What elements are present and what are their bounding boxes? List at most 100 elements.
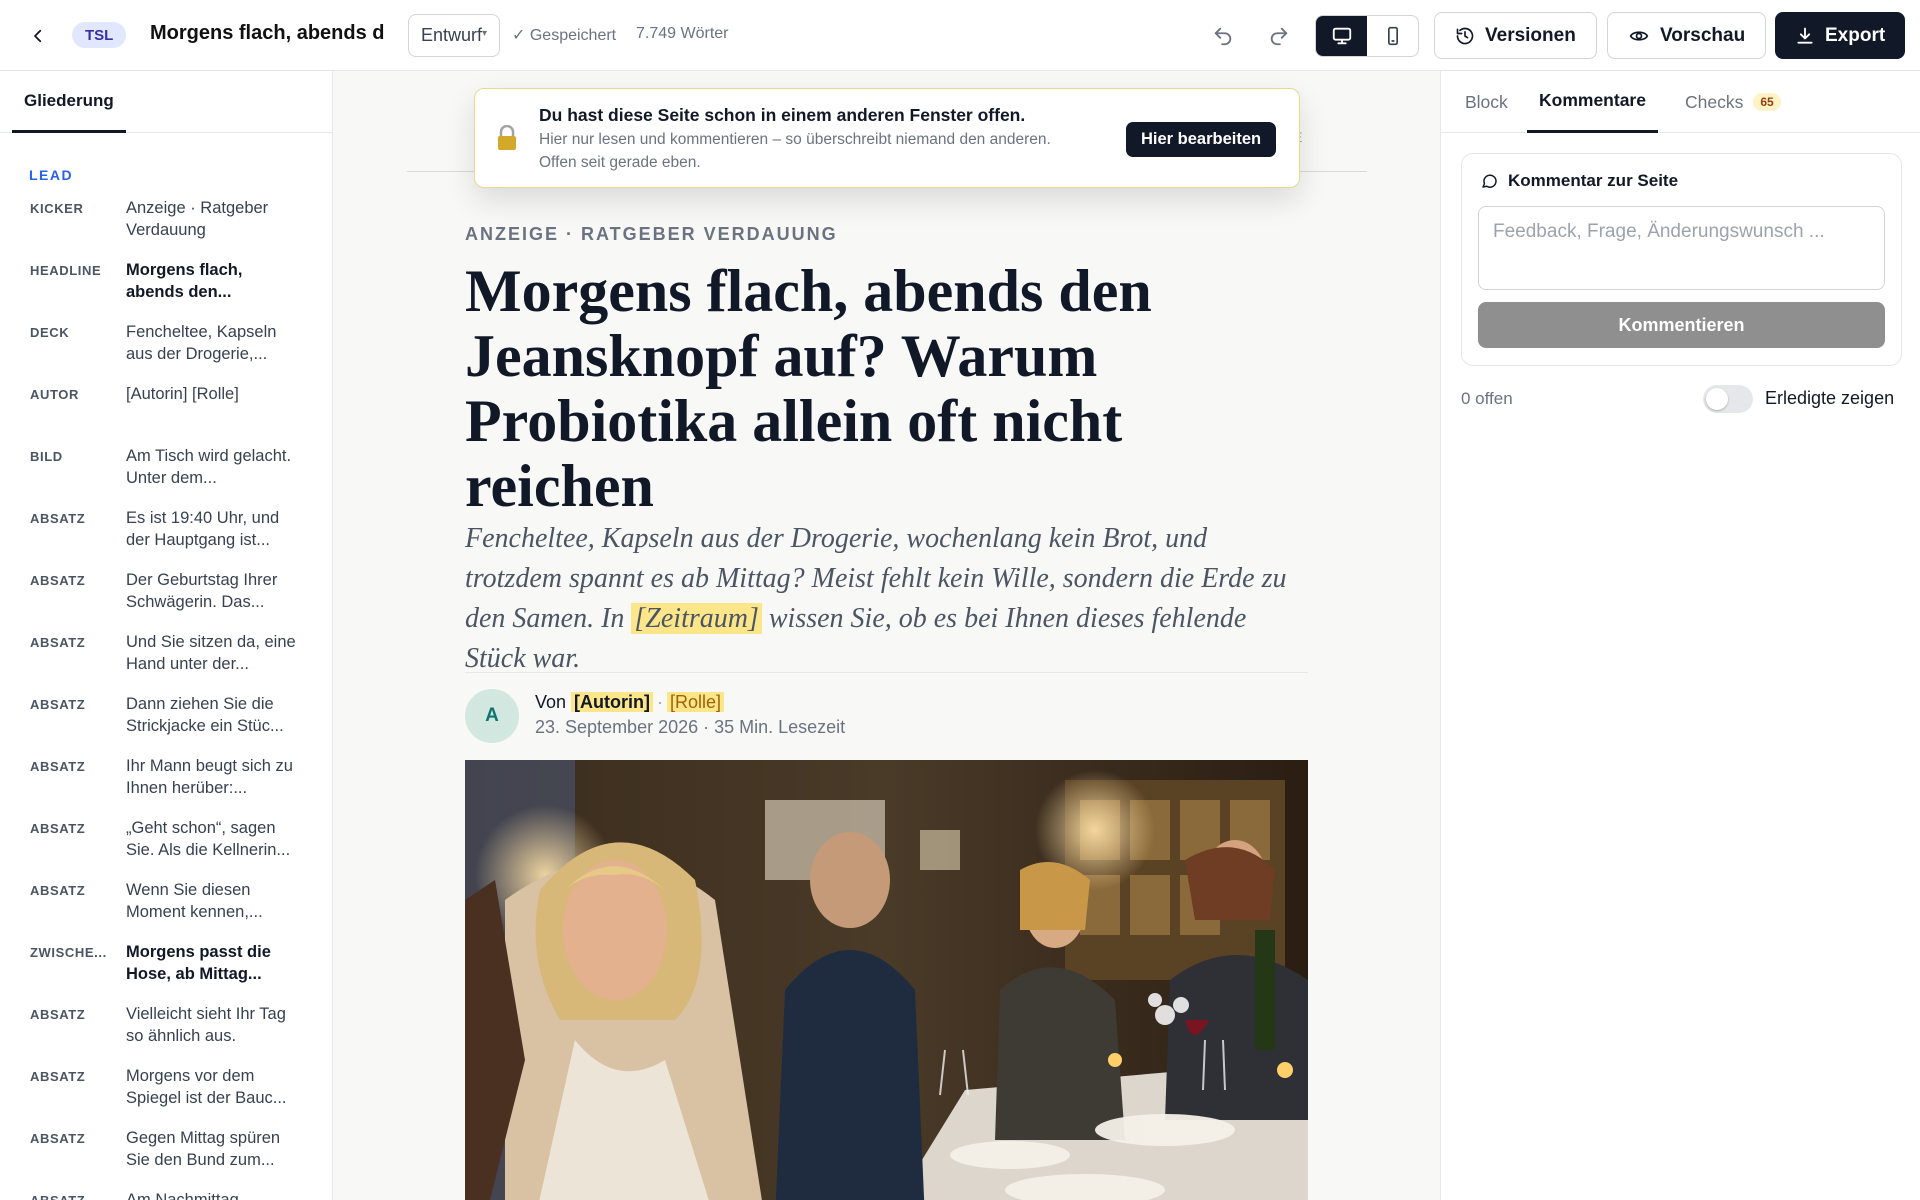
back-button[interactable] [22, 20, 54, 52]
outline-item-text: Und Sie sitzen da, eine Hand unter der..… [126, 633, 296, 673]
outline-item-text: Gegen Mittag spüren Sie den Bund zum... [126, 1129, 281, 1169]
open-comments-count: 0 offen [1461, 389, 1513, 408]
tab-checks[interactable]: Checks 65 [1673, 71, 1793, 133]
brand-badge: TSL [72, 22, 127, 48]
history-icon [1456, 27, 1474, 44]
outline-item[interactable]: ABSATZ Und Sie sitzen da, eine Hand unter… [0, 631, 332, 693]
eye-icon [1629, 30, 1649, 41]
banner-text: Hier nur lesen und kommentieren – so übe… [539, 131, 1051, 148]
outline-item[interactable]: ABSATZ Wenn Sie diesen Moment kennen,... [0, 879, 332, 941]
outline-item-type: ABSATZ [30, 635, 86, 650]
outline-item[interactable]: ABSATZ Es ist 19:40 Uhr, und der Hauptgan… [0, 507, 332, 569]
saved-status: ✓ Gespeichert [512, 27, 617, 44]
comment-card-header: Kommentar zur Seite [1480, 171, 1678, 191]
document-title[interactable]: Morgens flach, abends d [150, 22, 385, 45]
checks-count-badge: 65 [1753, 93, 1781, 111]
versions-button[interactable]: Versionen [1434, 12, 1597, 59]
outline-item-text: „Geht schon“, sagen Sie. Als die Kellner… [126, 819, 291, 859]
word-count: 7.749 Wörter [636, 25, 729, 42]
outline-item-text: Morgens passt die Hose, ab Mittag... [126, 943, 271, 983]
comment-card-title: Kommentar zur Seite [1508, 171, 1679, 190]
outline-item-type: ABSATZ [30, 1069, 86, 1084]
tab-block[interactable]: Block [1453, 71, 1520, 133]
outline-item[interactable]: ABSATZ Morgens vor dem Spiegel ist der Ba… [0, 1065, 332, 1127]
outline-list: KICKER Anzeige · Ratgeber Verdauung HEADLI… [0, 197, 332, 1200]
smartphone-icon [1387, 26, 1398, 46]
outline-item-type: ABSATZ [30, 697, 86, 712]
sidebar-tabbar: Gliederung [0, 71, 332, 133]
desktop-view-button[interactable] [1316, 16, 1367, 56]
comment-input[interactable] [1478, 206, 1885, 290]
show-resolved-toggle[interactable] [1703, 385, 1753, 413]
outline-item-text: Es ist 19:40 Uhr, und der Hauptgang ist.… [126, 509, 280, 549]
outline-item-type: ABSATZ [30, 1007, 86, 1022]
outline-item[interactable]: BILD Am Tisch wird gelacht. Unter dem... [0, 445, 332, 507]
outline-item[interactable]: ABSATZ Dann ziehen Sie die Strickjacke ei… [0, 693, 332, 755]
download-icon [1797, 27, 1813, 44]
outline-item[interactable]: ABSATZ Ihr Mann beugt sich zu Ihnen herüb… [0, 755, 332, 817]
undo-icon [1214, 27, 1232, 46]
deck-placeholder-highlight: [Zeitraum] [631, 603, 762, 634]
chevron-down-icon: ▾ [481, 28, 487, 39]
editor-canvas: E ANZEIGE · RATGEBER VERDAUUNG Morgens f… [333, 71, 1440, 1200]
byline-separator: · [657, 692, 664, 712]
outline-item[interactable]: DECK Fencheltee, Kapseln aus der Drogerie… [0, 321, 332, 383]
outline-item[interactable]: ZWISCHE... Morgens passt die Hose, ab Mit… [0, 941, 332, 1003]
redo-button[interactable] [1259, 16, 1299, 56]
banner-text-time: Offen seit gerade eben. [539, 154, 701, 171]
outline-item-text: Anzeige · Ratgeber Verdauung [126, 199, 269, 239]
redo-icon [1270, 27, 1288, 46]
outline-sidebar: Gliederung LEAD KICKER Anzeige · Ratgeber… [0, 71, 333, 1200]
author-byline[interactable]: Von [Autorin] · [Rolle] [535, 692, 725, 713]
outline-item-type: ABSATZ [30, 1193, 120, 1200]
toggle-knob [1706, 388, 1728, 410]
outline-item[interactable]: HEADLINE Morgens flach, abends den... [0, 259, 332, 321]
author-name: [Autorin] [571, 692, 654, 712]
preview-label: Vorschau [1660, 24, 1746, 46]
outline-item-type: DECK [30, 325, 70, 340]
status-value: Entwurf [421, 25, 483, 45]
outline-item-text: Am Tisch wird gelacht. Unter dem... [126, 447, 292, 487]
lock-icon [498, 125, 516, 150]
device-toggle [1315, 15, 1419, 57]
outline-item-type: ABSATZ [30, 573, 86, 588]
export-label: Export [1825, 24, 1886, 46]
outline-item[interactable]: ABSATZ Am Nachmittag [0, 1189, 332, 1200]
tab-comments-label: Kommentare [1539, 90, 1646, 110]
edit-here-button[interactable]: Hier bearbeiten [1126, 122, 1277, 157]
outline-item-type: HEADLINE [30, 263, 102, 278]
author-avatar: A [465, 689, 519, 743]
outline-item[interactable]: AUTOR [Autorin] [Rolle] [0, 383, 332, 445]
speech-bubble-icon [1482, 174, 1497, 188]
preview-button[interactable]: Vorschau [1607, 12, 1767, 59]
outline-item[interactable]: ABSATZ Vielleicht sieht Ihr Tag so ähnlic… [0, 1003, 332, 1065]
outline-item-type: ABSATZ [30, 1131, 86, 1146]
undo-button[interactable] [1203, 16, 1243, 56]
article-kicker[interactable]: ANZEIGE · RATGEBER VERDAUUNG [465, 224, 838, 245]
outline-item-type: KICKER [30, 201, 84, 216]
banner-title: Du hast diese Seite schon in einem ander… [539, 105, 1026, 125]
section-label-lead: LEAD [29, 167, 74, 183]
outline-item-text: [Autorin] [Rolle] [126, 385, 239, 403]
page-comment-card: Kommentar zur Seite Kommentieren [1461, 153, 1902, 366]
byline-prefix: Von [535, 692, 572, 712]
outline-item-text: Ihr Mann beugt sich zu Ihnen herüber:... [126, 757, 293, 797]
outline-item-text: Morgens flach, abends den... [126, 261, 243, 301]
outline-item-type: AUTOR [30, 387, 79, 402]
comment-submit-button[interactable]: Kommentieren [1478, 302, 1885, 348]
mobile-view-button[interactable] [1367, 16, 1418, 56]
export-button[interactable]: Export [1775, 12, 1906, 59]
divider [465, 672, 1308, 673]
outline-item-text: Morgens vor dem Spiegel ist der Bauc... [126, 1067, 287, 1107]
hero-image[interactable] [465, 760, 1308, 1200]
outline-item[interactable]: KICKER Anzeige · Ratgeber Verdauung [0, 197, 332, 259]
article-deck[interactable]: Fencheltee, Kapseln aus der Drogerie, wo… [465, 519, 1308, 679]
outline-item[interactable]: ABSATZ Gegen Mittag spüren Sie den Bund z… [0, 1127, 332, 1189]
tab-outline[interactable]: Gliederung [12, 71, 126, 133]
tab-comments[interactable]: Kommentare [1527, 71, 1658, 133]
status-select[interactable]: Entwurf ▾ [408, 14, 500, 57]
outline-item-type: ABSATZ [30, 759, 86, 774]
article-headline[interactable]: Morgens flach, abends den Jeansknopf auf… [465, 259, 1308, 519]
outline-item[interactable]: ABSATZ Der Geburtstag Ihrer Schwägerin. D… [0, 569, 332, 631]
outline-item[interactable]: ABSATZ „Geht schon“, sagen Sie. Als die K… [0, 817, 332, 879]
